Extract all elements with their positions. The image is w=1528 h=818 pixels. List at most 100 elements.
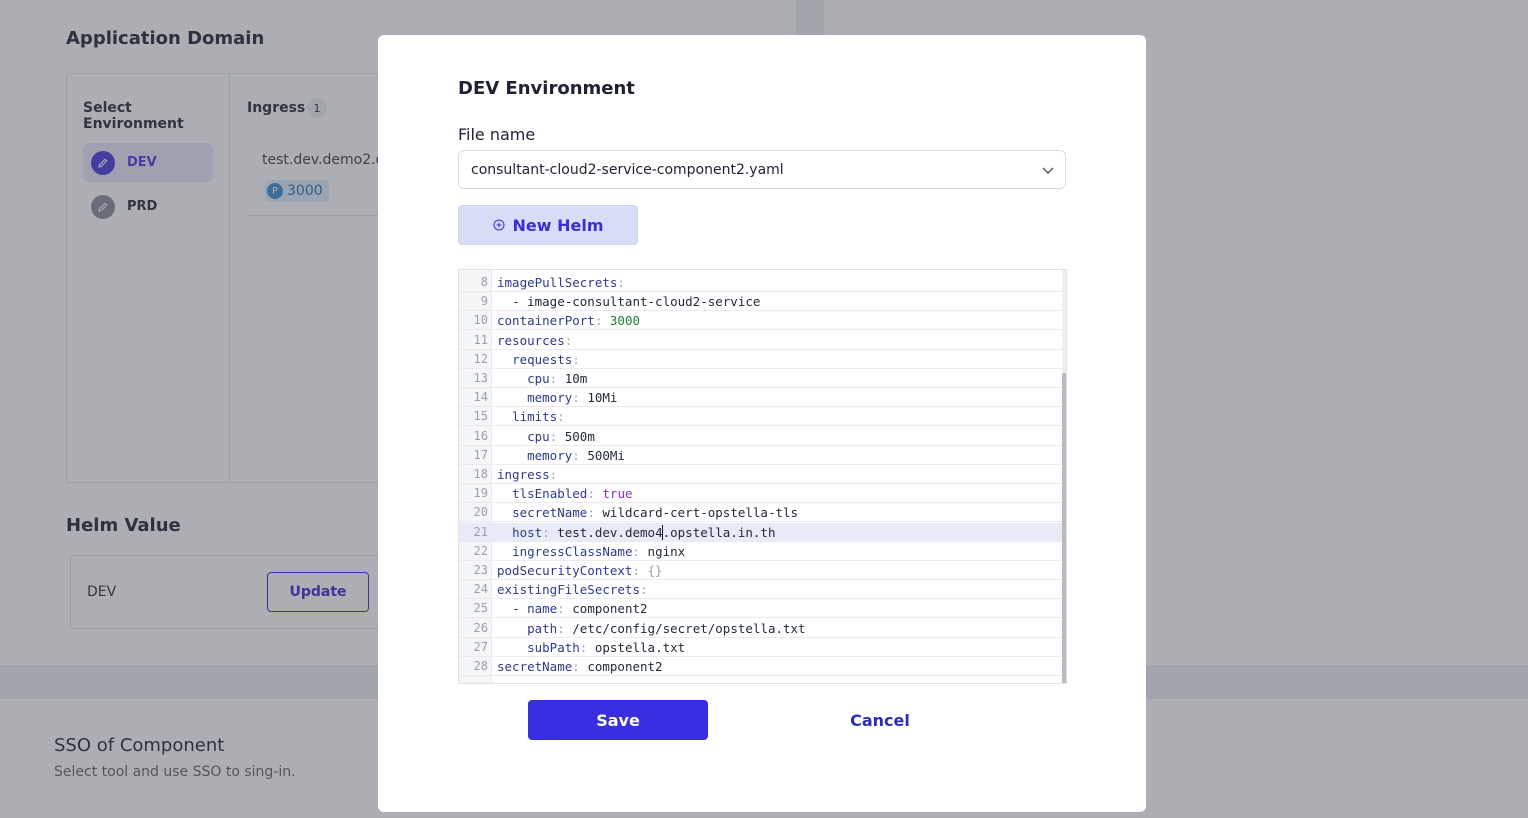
code-line[interactable]: 18 ingress:	[459, 465, 1062, 484]
code-text: ingress:	[497, 465, 557, 484]
line-number: 15	[473, 409, 488, 424]
code-line[interactable]: 9 - image-consultant-cloud2-service	[459, 292, 1062, 312]
line-number: 11	[473, 332, 488, 347]
code-line[interactable]: 16 cpu: 500m	[459, 427, 1062, 446]
yaml-token: 500Mi	[587, 447, 625, 463]
yaml-key: path	[527, 620, 558, 636]
yaml-key: memory	[527, 447, 573, 463]
yaml-token: :	[557, 601, 573, 617]
code-text: containerPort: 3000	[497, 311, 640, 330]
new-helm-label: New Helm	[512, 215, 604, 235]
yaml-key: subPath	[527, 639, 580, 655]
yaml-key: imagePullSecrets	[497, 275, 618, 290]
code-area[interactable]: 8 imagePullSecrets: 9 - image-consultant-c…	[459, 270, 1062, 683]
code-line[interactable]: 26 path: /etc/config/secret/opstella.txt	[459, 619, 1062, 638]
line-number: 21	[473, 524, 488, 539]
yaml-token: nginx	[647, 543, 686, 559]
line-number: 10	[473, 313, 488, 328]
line-number: 12	[473, 351, 488, 366]
code-line[interactable]: 15 limits:	[459, 407, 1062, 427]
code-line[interactable]: 25 - name: component2	[459, 599, 1062, 619]
code-text: limits:	[497, 407, 565, 426]
yaml-key: requests	[512, 351, 573, 367]
yaml-token	[497, 352, 512, 367]
code-line[interactable]: 12 requests:	[459, 350, 1062, 369]
yaml-token: wildcard-cert-opstella-tls	[602, 505, 799, 521]
code-text: - name: component2	[497, 599, 648, 618]
yaml-token: component2	[572, 601, 648, 617]
yaml-token: -	[497, 601, 528, 617]
yaml-token: 3000	[609, 313, 641, 329]
code-text: secretName: component2	[497, 657, 663, 676]
line-number: 27	[473, 639, 488, 654]
yaml-token	[497, 544, 512, 559]
line-number: 19	[473, 486, 488, 501]
file-name-label: File name	[458, 125, 536, 144]
code-text: secretName: wildcard-cert-opstella-tls	[497, 503, 798, 522]
yaml-token: :	[632, 543, 648, 559]
file-name-select[interactable]: consultant-cloud2-service-component2.yam…	[458, 150, 1066, 189]
code-text: memory: 10Mi	[497, 388, 617, 407]
line-number: 17	[473, 447, 488, 462]
yaml-key: cpu	[527, 428, 550, 444]
yaml-token: :	[640, 582, 648, 598]
yaml-token: :	[557, 409, 565, 425]
code-line[interactable]: 13 cpu: 10m	[459, 369, 1062, 388]
code-line[interactable]: 21 host: test.dev.demo4.opstella.in.th	[459, 522, 1062, 542]
code-text: memory: 500Mi	[497, 446, 625, 465]
yaml-token: :	[564, 332, 573, 348]
yaml-key: secretName	[497, 659, 573, 674]
code-text: subPath: opstella.txt	[497, 638, 685, 657]
code-line[interactable]: 22 ingressClassName: nginx	[459, 542, 1062, 561]
yaml-token: :	[617, 275, 625, 290]
yaml-editor[interactable]: 8 imagePullSecrets: 9 - image-consultant-c…	[458, 269, 1067, 684]
yaml-token: :	[557, 620, 573, 636]
code-line[interactable]: 10 containerPort: 3000	[459, 311, 1062, 331]
new-helm-button[interactable]: New Helm	[458, 205, 638, 245]
dev-environment-modal: DEV Environment File name consultant-clo…	[378, 35, 1146, 812]
yaml-token: .opstella.in.th	[662, 524, 776, 540]
yaml-token: - image-consultant-cloud2-service	[497, 294, 761, 310]
yaml-key: memory	[527, 390, 573, 406]
save-button[interactable]: Save	[528, 700, 708, 740]
editor-scrollbar[interactable]	[1062, 270, 1066, 683]
yaml-token: 10Mi	[587, 390, 618, 406]
code-line[interactable]: 17 memory: 500Mi	[459, 446, 1062, 465]
yaml-token: :	[572, 447, 588, 463]
code-line[interactable]: 14 memory: 10Mi	[459, 388, 1062, 408]
yaml-key: ingressClassName	[512, 543, 633, 559]
file-name-value: consultant-cloud2-service-component2.yam…	[471, 161, 784, 178]
code-line[interactable]: 20 secretName: wildcard-cert-opstella-tl…	[459, 503, 1062, 523]
yaml-key: limits	[512, 409, 558, 425]
line-number: 14	[473, 390, 488, 405]
scrollbar-thumb[interactable]	[1062, 373, 1066, 683]
yaml-token: opstella.txt	[594, 639, 686, 655]
line-number: 20	[473, 505, 488, 520]
code-text: - image-consultant-cloud2-service	[497, 292, 760, 311]
code-line[interactable]: 19 tlsEnabled: true	[459, 484, 1062, 504]
yaml-key: existingFileSecrets	[497, 582, 640, 598]
code-line[interactable]: 28 secretName: component2	[459, 657, 1062, 676]
code-text: requests:	[497, 350, 580, 369]
yaml-token: :	[572, 659, 588, 674]
code-text: path: /etc/config/secret/opstella.txt	[497, 619, 805, 638]
line-number: 8	[480, 275, 488, 289]
code-line[interactable]: 8 imagePullSecrets:	[459, 273, 1062, 292]
cancel-button[interactable]: Cancel	[818, 700, 942, 740]
yaml-key: resources	[497, 332, 565, 348]
code-text: tlsEnabled: true	[497, 484, 632, 503]
code-line[interactable]: 24 existingFileSecrets:	[459, 580, 1062, 600]
yaml-token	[497, 486, 512, 501]
code-text: existingFileSecrets:	[497, 580, 648, 599]
modal-title: DEV Environment	[458, 78, 635, 99]
yaml-token: component2	[587, 659, 663, 674]
code-line[interactable]: 23 podSecurityContext: {}	[459, 561, 1062, 580]
yaml-key: secretName	[512, 505, 588, 521]
plus-circle-icon	[493, 219, 504, 231]
code-line[interactable]: 27 subPath: opstella.txt	[459, 638, 1062, 657]
yaml-token: :	[549, 428, 565, 444]
line-number: 23	[473, 563, 488, 577]
code-line[interactable]: 11 resources:	[459, 331, 1062, 350]
yaml-token: :	[587, 505, 603, 521]
chevron-down-icon	[1042, 167, 1054, 175]
